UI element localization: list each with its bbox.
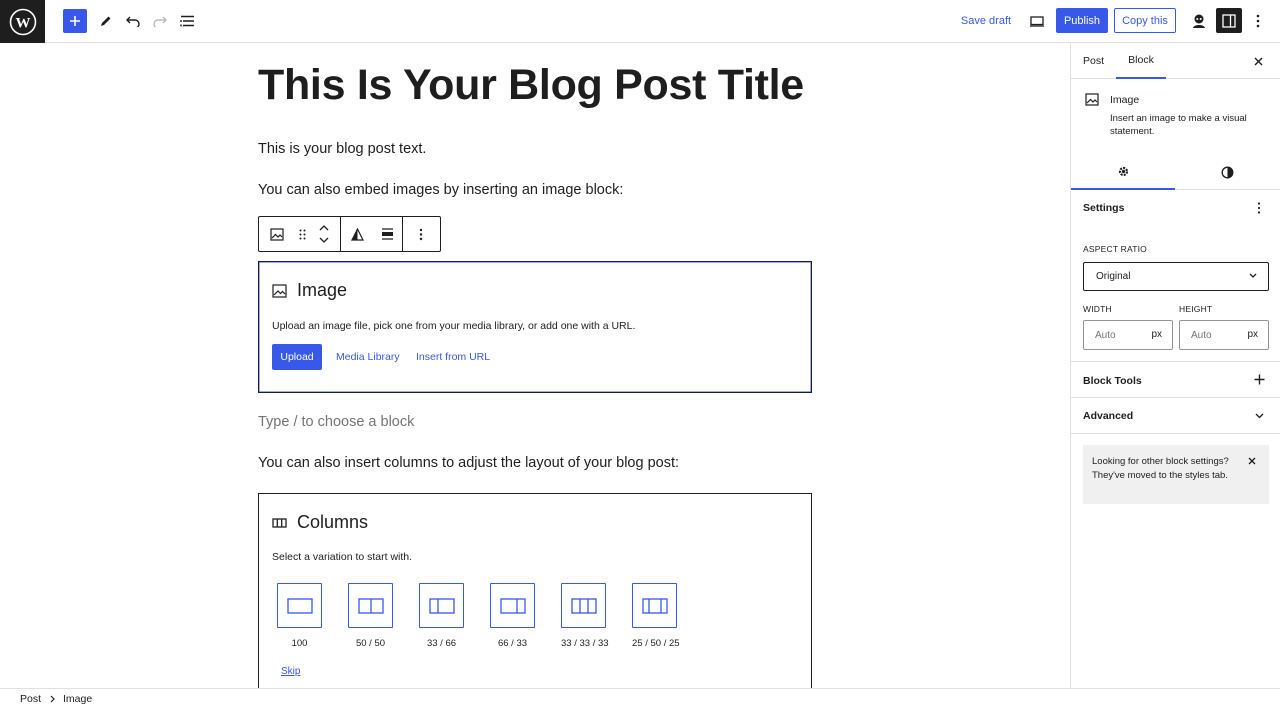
paragraph-block[interactable]: You can also insert columns to adjust th… (258, 455, 679, 471)
more-options-icon[interactable] (403, 217, 439, 251)
drag-handle-icon[interactable] (295, 217, 309, 251)
chevron-down-icon[interactable] (1255, 413, 1264, 419)
tools-pencil-icon[interactable] (97, 8, 115, 34)
preview-device-icon[interactable] (1028, 8, 1046, 34)
image-block-description: Upload an image file, pick one from your… (272, 320, 636, 332)
columns-33-66-icon (419, 583, 464, 628)
variation-33-66[interactable]: 33 / 66 (419, 583, 464, 649)
settings-panel-title[interactable]: Settings (1083, 202, 1124, 214)
block-breadcrumb: Post Image (0, 688, 1280, 707)
move-up-down-icon[interactable] (309, 217, 339, 251)
styles-tab-contrast-icon[interactable] (1175, 154, 1279, 190)
insert-from-url-button[interactable]: Insert from URL (416, 351, 490, 363)
variation-100[interactable]: 100 (277, 583, 322, 649)
editor-header: W Save draft Publish Copy this (0, 0, 1280, 43)
divider (1071, 361, 1280, 362)
variation-label: 33 / 66 (426, 638, 457, 649)
columns-icon (272, 517, 287, 529)
sidebar-tabs: Post Block (1071, 43, 1280, 79)
save-draft-button[interactable]: Save draft (958, 8, 1014, 34)
aspect-ratio-label: ASPECT RATIO (1083, 244, 1147, 254)
columns-25-50-25-icon (632, 583, 677, 628)
tab-block[interactable]: Block (1116, 43, 1166, 79)
width-placeholder: Auto (1095, 329, 1116, 341)
settings-sidebar-toggle-icon[interactable] (1216, 8, 1242, 33)
aspect-ratio-value: Original (1096, 271, 1131, 282)
svg-text:W: W (15, 15, 30, 31)
variation-label: 50 / 50 (355, 638, 386, 649)
columns-block-placeholder[interactable]: Columns Select a variation to start with… (258, 493, 812, 688)
image-icon (272, 283, 287, 298)
paragraph-block[interactable]: You can also embed images by inserting a… (258, 182, 623, 198)
advanced-panel-title[interactable]: Advanced (1083, 410, 1133, 422)
document-overview-icon[interactable] (178, 8, 196, 34)
columns-100-icon (277, 583, 322, 628)
image-block-icon[interactable] (259, 217, 295, 251)
media-library-button[interactable]: Media Library (336, 351, 400, 363)
columns-33-33-33-icon (561, 583, 606, 628)
redo-icon[interactable] (151, 8, 169, 34)
width-label: WIDTH (1083, 304, 1112, 314)
image-block-title: Image (297, 280, 348, 300)
settings-sidebar: Post Block Image Insert an image to make… (1070, 43, 1280, 688)
height-unit[interactable]: px (1247, 329, 1258, 340)
paragraph-block[interactable]: This is your blog post text. (258, 141, 426, 157)
duotone-filter-icon[interactable] (341, 217, 374, 251)
variation-label: 66 / 33 (497, 638, 528, 649)
columns-block-description: Select a variation to start with. (272, 551, 413, 563)
editor-canvas: This Is Your Blog Post Title This is you… (0, 43, 1070, 688)
variation-66-33[interactable]: 66 / 33 (490, 583, 535, 649)
settings-tab-gear-icon[interactable] (1071, 154, 1175, 190)
width-unit[interactable]: px (1151, 329, 1162, 340)
columns-50-50-icon (348, 583, 393, 628)
variation-25-50-25[interactable]: 25 / 50 / 25 (632, 583, 680, 649)
copy-this-button[interactable]: Copy this (1114, 8, 1176, 33)
block-card-description: Insert an image to make a visual stateme… (1110, 113, 1247, 137)
height-input[interactable]: Auto px (1179, 320, 1269, 350)
plugin-avatar-icon[interactable] (1189, 8, 1209, 34)
block-tools-panel-title[interactable]: Block Tools (1083, 375, 1142, 387)
variation-label: 33 / 33 / 33 (561, 638, 609, 649)
divider (1071, 433, 1280, 434)
variation-33-33-33[interactable]: 33 / 33 / 33 (561, 583, 609, 649)
block-card-title: Image (1110, 94, 1140, 106)
publish-button[interactable]: Publish (1056, 8, 1108, 33)
skip-link[interactable]: Skip (281, 666, 300, 677)
breadcrumb-post[interactable]: Post (20, 693, 41, 705)
aspect-ratio-select[interactable]: Original (1083, 262, 1269, 291)
plus-icon[interactable] (1254, 374, 1265, 385)
block-toolbar (258, 216, 441, 252)
block-inserter-button[interactable] (63, 9, 87, 33)
variation-50-50[interactable]: 50 / 50 (348, 583, 393, 649)
height-placeholder: Auto (1191, 329, 1212, 341)
align-icon[interactable] (374, 217, 401, 251)
image-block-placeholder[interactable]: Image Upload an image file, pick one fro… (258, 261, 812, 393)
close-sidebar-icon[interactable] (1254, 43, 1266, 79)
options-menu-icon[interactable] (1251, 8, 1265, 34)
chevron-right-icon (50, 695, 55, 703)
tab-post[interactable]: Post (1083, 43, 1104, 79)
upload-button[interactable]: Upload (272, 344, 322, 370)
post-title[interactable]: This Is Your Blog Post Title (258, 61, 804, 110)
image-block-icon (1085, 93, 1099, 106)
undo-icon[interactable] (124, 8, 142, 34)
dismiss-notice-icon[interactable] (1248, 457, 1256, 465)
block-inspector-tabs (1071, 154, 1280, 190)
columns-66-33-icon (490, 583, 535, 628)
empty-block-placeholder[interactable]: Type / to choose a block (258, 414, 414, 430)
breadcrumb-image[interactable]: Image (63, 693, 92, 705)
divider (1071, 397, 1280, 398)
styles-moved-notice: Looking for other block settings? They'v… (1083, 445, 1269, 504)
chevron-down-icon (1249, 273, 1257, 279)
wordpress-logo-icon[interactable]: W (0, 0, 45, 43)
columns-block-title: Columns (297, 512, 369, 532)
width-input[interactable]: Auto px (1083, 320, 1173, 350)
variation-label: 25 / 50 / 25 (632, 638, 680, 649)
height-label: HEIGHT (1179, 304, 1213, 314)
variation-label: 100 (291, 638, 308, 649)
notice-text: Looking for other block settings? They'v… (1092, 456, 1229, 481)
settings-options-icon[interactable] (1257, 202, 1261, 214)
